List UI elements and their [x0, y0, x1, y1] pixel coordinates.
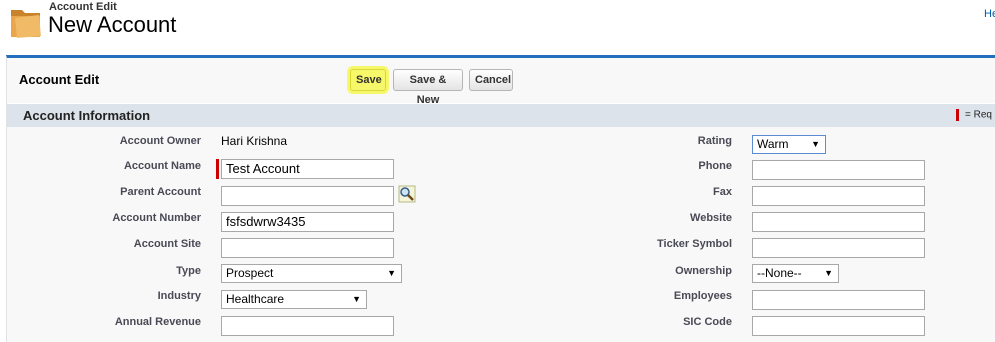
required-marker	[956, 109, 959, 121]
fax-input[interactable]	[752, 186, 925, 206]
rating-label: Rating	[697, 135, 732, 147]
chevron-down-icon: ▼	[811, 139, 820, 149]
website-input[interactable]	[752, 212, 925, 232]
chevron-down-icon: ▼	[387, 268, 396, 278]
rating-select[interactable]: Warm ▼	[752, 135, 826, 154]
account-site-input[interactable]	[221, 238, 394, 258]
ticker-symbol-input[interactable]	[752, 238, 925, 258]
industry-label: Industry	[157, 290, 201, 302]
account-owner-value: Hari Krishna	[221, 134, 288, 148]
panel-title: Account Edit	[19, 72, 100, 87]
account-name-input[interactable]: Test Account	[221, 159, 394, 179]
website-label: Website	[690, 212, 732, 224]
account-owner-label: Account Owner	[119, 135, 201, 147]
chevron-down-icon: ▼	[824, 268, 833, 278]
page-title: New Account	[48, 12, 177, 37]
ownership-label: Ownership	[675, 265, 732, 277]
phone-label: Phone	[698, 160, 732, 172]
industry-select-value: Healthcare	[226, 292, 285, 306]
save-button[interactable]: Save	[350, 69, 386, 91]
sic-code-label: SIC Code	[683, 316, 732, 328]
sic-code-input[interactable]	[752, 316, 925, 336]
panel-header: Account Edit Save Save & New Cancel	[7, 58, 995, 106]
type-label: Type	[176, 265, 201, 277]
phone-input[interactable]	[752, 160, 925, 180]
industry-select[interactable]: Healthcare ▼	[221, 290, 367, 309]
employees-label: Employees	[673, 290, 732, 302]
lookup-icon[interactable]	[398, 185, 416, 203]
section-title: Account Information	[23, 108, 151, 123]
section-header: Account Information = Req	[7, 103, 995, 127]
page-header: Account Edit New Account He	[0, 0, 995, 48]
employees-input[interactable]	[752, 290, 925, 310]
account-number-label: Account Number	[112, 212, 201, 224]
account-site-label: Account Site	[133, 238, 201, 250]
ownership-select[interactable]: --None-- ▼	[752, 264, 839, 283]
type-select-value: Prospect	[226, 266, 274, 280]
fax-label: Fax	[713, 186, 732, 198]
type-select[interactable]: Prospect ▼	[221, 264, 402, 283]
rating-select-value: Warm	[757, 137, 789, 151]
cancel-button[interactable]: Cancel	[469, 69, 513, 91]
folder-icon	[11, 10, 41, 38]
chevron-down-icon: ▼	[352, 294, 361, 304]
parent-account-label: Parent Account	[120, 186, 201, 198]
account-number-input[interactable]: fsfsdwrw3435	[221, 212, 394, 232]
parent-account-input[interactable]	[221, 186, 394, 206]
help-link[interactable]: He	[984, 8, 995, 20]
save-and-new-button[interactable]: Save & New	[393, 69, 463, 106]
annual-revenue-label: Annual Revenue	[114, 316, 201, 328]
account-name-label: Account Name	[123, 160, 201, 172]
required-legend-text: = Req	[965, 109, 992, 121]
ownership-select-value: --None--	[757, 266, 802, 280]
ticker-symbol-label: Ticker Symbol	[657, 238, 732, 250]
required-legend: = Req	[956, 109, 992, 121]
annual-revenue-input[interactable]	[221, 316, 394, 336]
required-indicator	[216, 159, 219, 179]
